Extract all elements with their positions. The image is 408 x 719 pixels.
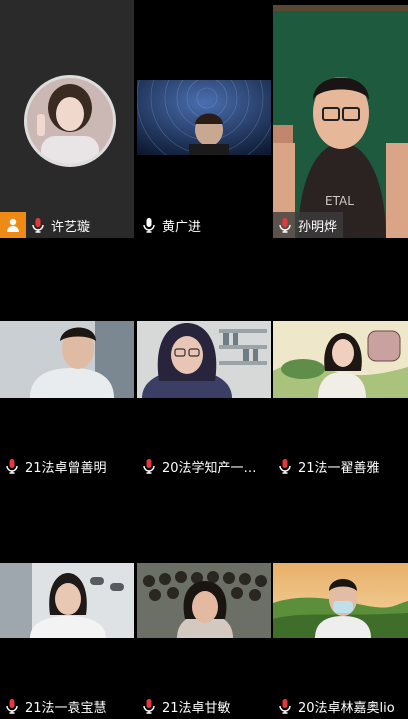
microphone-icon: [32, 218, 44, 233]
participant-label: 21法一袁宝慧: [0, 693, 113, 719]
participant-tile[interactable]: 21法一袁宝慧: [0, 481, 134, 719]
avatar: [24, 75, 116, 167]
participant-label: 21法卓曾善明: [0, 453, 113, 479]
participant-label: 21法卓甘敏: [137, 693, 237, 719]
participant-name: 21法卓曾善明: [25, 460, 107, 476]
microphone-icon: [6, 699, 18, 714]
person-icon: [0, 212, 26, 238]
participant-tile[interactable]: 20法学知产一…: [137, 241, 271, 479]
microphone-icon: [279, 699, 291, 714]
participant-tile[interactable]: 21法卓甘敏: [137, 481, 271, 719]
participant-tile[interactable]: 21法一翟善雅: [273, 241, 408, 479]
participant-name: 21法卓甘敏: [162, 700, 231, 716]
participant-name: 许艺璇: [51, 219, 91, 235]
participant-label: 许艺璇: [0, 212, 96, 238]
video-feed: [273, 563, 408, 638]
video-feed: ETAL: [273, 5, 408, 238]
participant-name: 21法一翟善雅: [298, 460, 380, 476]
participant-name: 黄广进: [162, 219, 202, 235]
svg-text:ETAL: ETAL: [325, 194, 354, 208]
video-feed: [137, 80, 271, 155]
microphone-icon: [143, 459, 155, 474]
participant-name: 20法学知产一…: [162, 460, 257, 476]
microphone-icon: [143, 218, 155, 233]
participant-tile[interactable]: 21法卓曾善明: [0, 241, 134, 479]
participant-tile[interactable]: ETAL 孙明烨: [273, 0, 408, 238]
video-feed: [137, 563, 271, 638]
participant-tile[interactable]: 20法卓林嘉奥lio: [273, 481, 408, 719]
participant-label: 21法一翟善雅: [273, 453, 386, 479]
microphone-icon: [279, 459, 291, 474]
microphone-icon: [6, 459, 18, 474]
video-feed: [0, 321, 134, 398]
participant-label: 孙明烨: [273, 212, 344, 238]
microphone-icon: [143, 699, 155, 714]
video-feed: [137, 321, 271, 398]
microphone-icon: [279, 218, 291, 233]
participant-name: 20法卓林嘉奥lio: [298, 700, 395, 716]
participant-label: 黄广进: [137, 212, 207, 238]
participant-name: 孙明烨: [298, 219, 338, 235]
video-feed: [273, 321, 408, 398]
participant-name: 21法一袁宝慧: [25, 700, 107, 716]
participant-tile[interactable]: 许艺璇: [0, 0, 134, 238]
participant-tile[interactable]: 黄广进: [137, 0, 271, 238]
participant-label: 20法学知产一…: [137, 453, 263, 479]
participant-label: 20法卓林嘉奥lio: [273, 693, 401, 719]
video-feed: [0, 563, 134, 638]
